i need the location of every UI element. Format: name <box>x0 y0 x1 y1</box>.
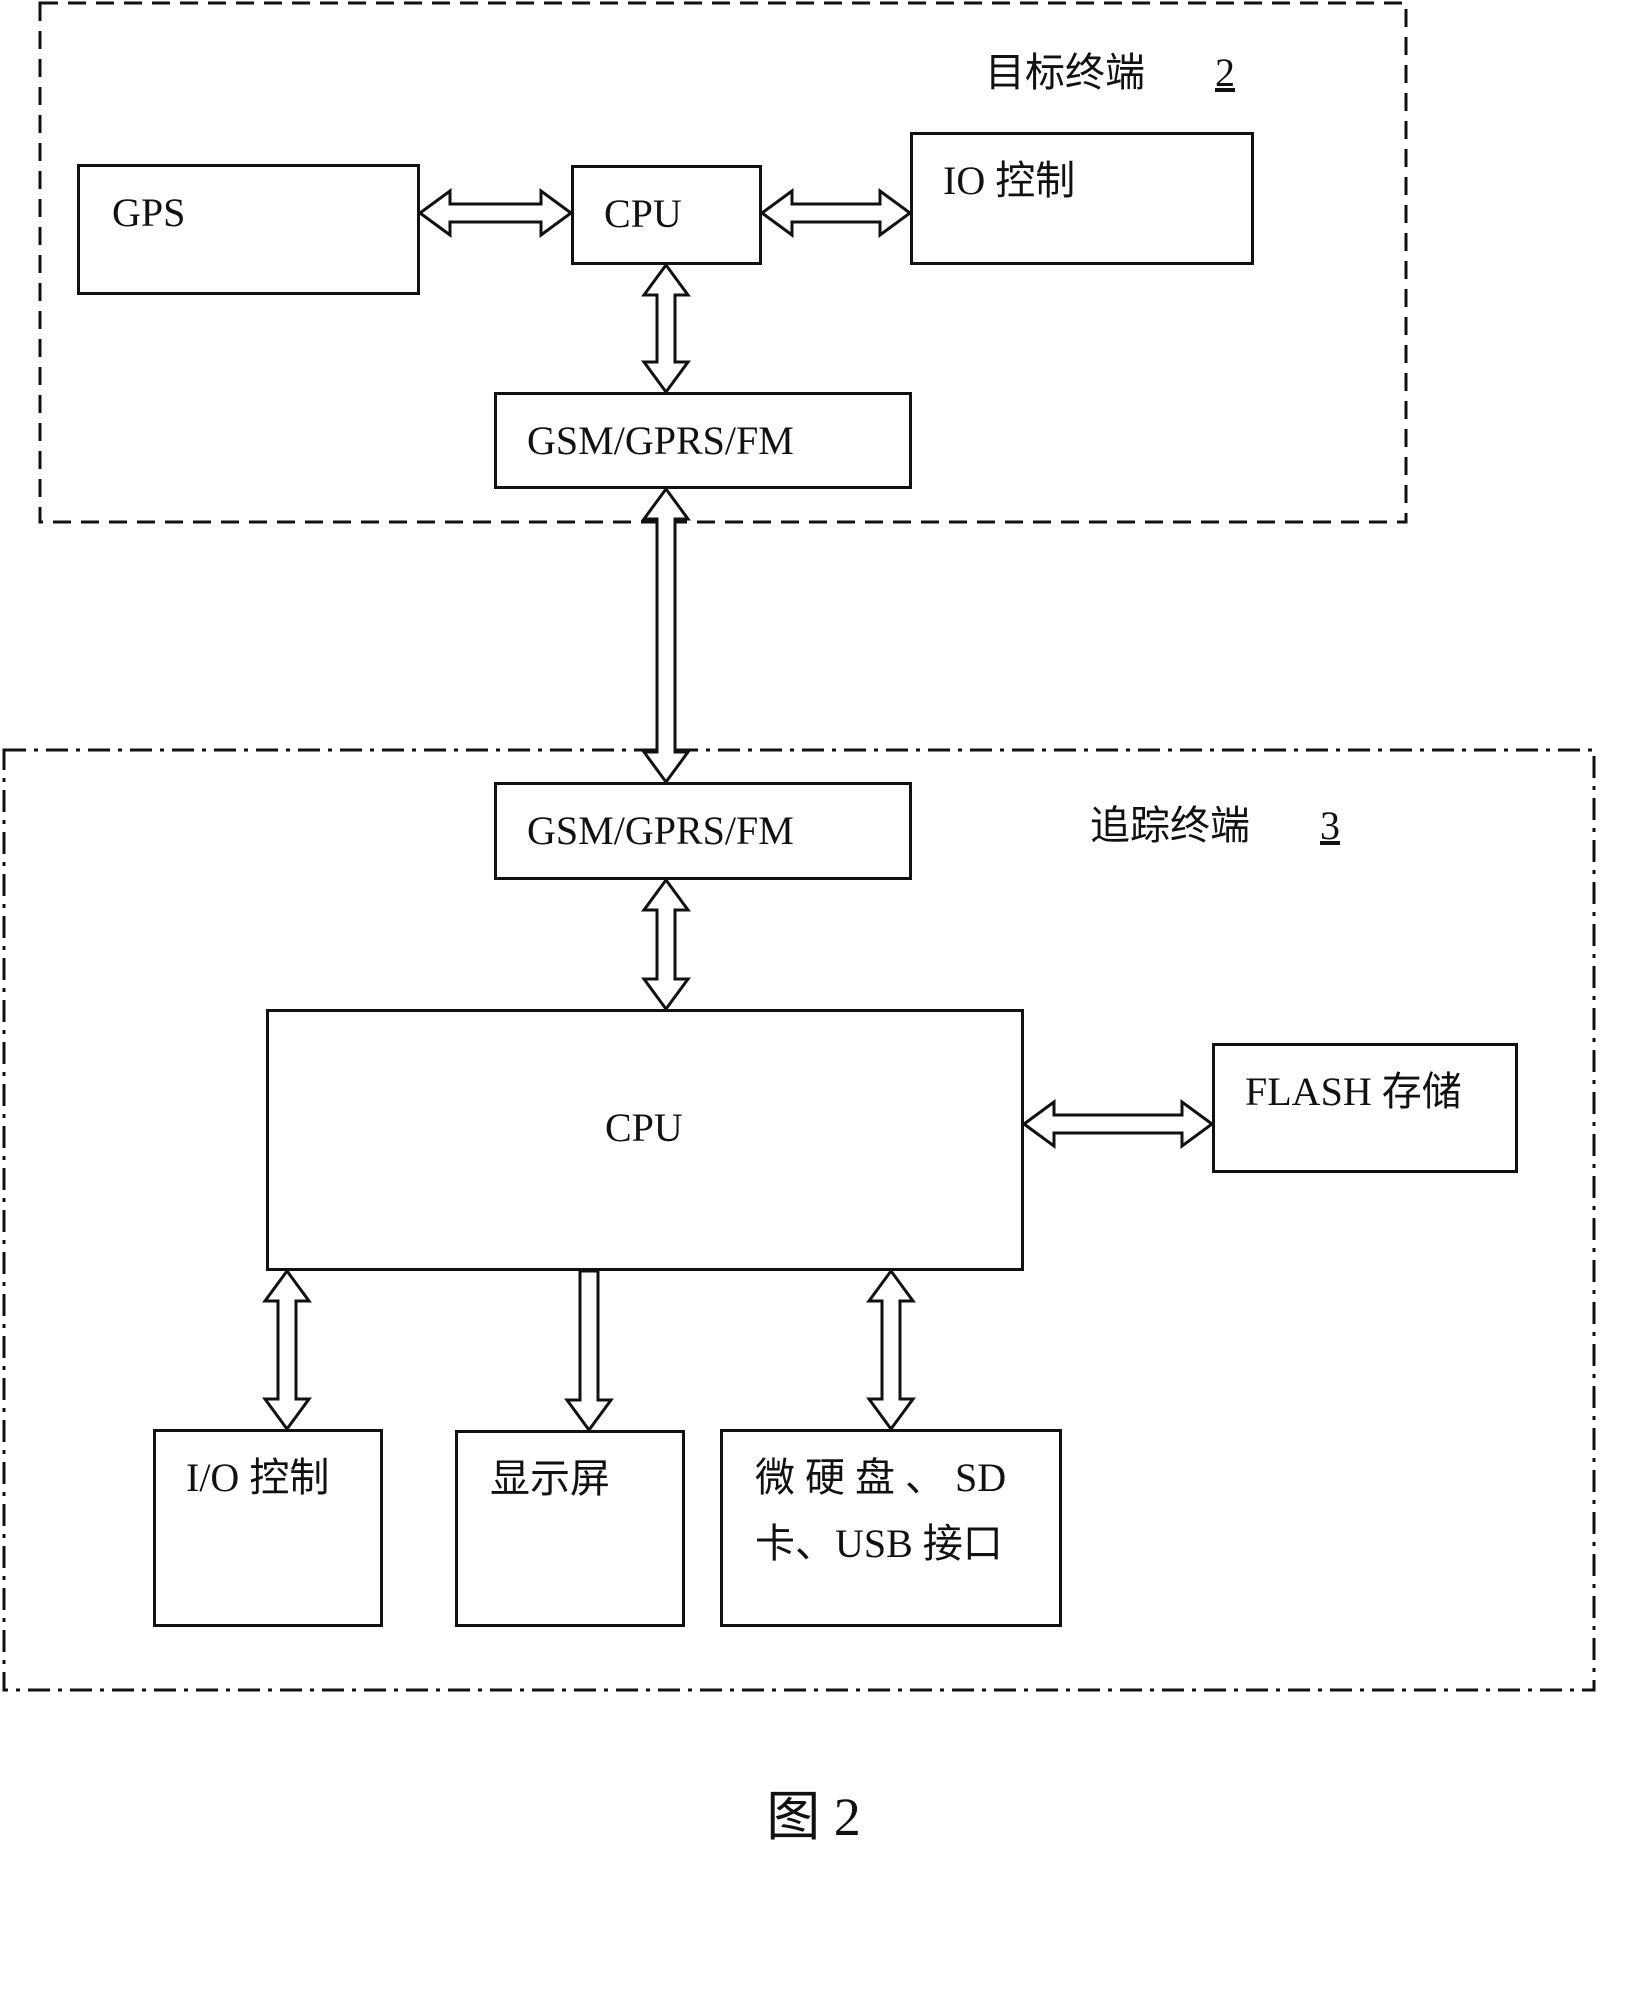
arrow-tracking-comm-cpu <box>641 877 691 1012</box>
target-terminal-label: 目标终端 <box>985 50 1145 95</box>
target-cpu-block: CPU <box>571 165 762 265</box>
target-io-block: IO 控制 <box>910 132 1254 265</box>
tracking-comm-label: GSM/GPRS/FM <box>527 808 794 853</box>
target-terminal-title: 目标终端 2 <box>985 40 1235 98</box>
figure-caption: 图 2 <box>766 1787 861 1847</box>
tracking-comm-block: GSM/GPRS/FM <box>494 782 912 880</box>
tracking-display-block: 显示屏 <box>455 1430 685 1627</box>
tracking-io-block: I/O 控制 <box>153 1429 383 1627</box>
target-terminal-ref-num: 2 <box>1215 50 1235 95</box>
tracking-flash-label: FLASH 存储 <box>1245 1069 1462 1114</box>
target-io-label: IO 控制 <box>943 158 1076 203</box>
tracking-terminal-title: 追踪终端 3 <box>1090 793 1340 851</box>
arrow-tracking-cpu-flash <box>1021 1099 1215 1149</box>
target-comm-block: GSM/GPRS/FM <box>494 392 912 489</box>
tracking-cpu-label: CPU <box>605 1105 683 1150</box>
target-gps-label: GPS <box>112 190 186 235</box>
tracking-io-label: I/O 控制 <box>186 1455 330 1500</box>
arrow-gps-cpu <box>417 188 574 238</box>
target-gps-block: GPS <box>77 164 420 295</box>
arrow-target-comm-tracking-comm <box>641 486 691 785</box>
tracking-terminal-ref-num: 3 <box>1320 803 1340 848</box>
arrow-target-cpu-comm <box>641 262 691 395</box>
tracking-storage-block: 微 硬 盘 、 SD 卡、USB 接口 <box>720 1429 1062 1627</box>
tracking-cpu-block: CPU <box>266 1009 1024 1271</box>
tracking-storage-label-line1: 微 硬 盘 、 SD <box>755 1455 1007 1500</box>
diagram-lines <box>2 1 1596 1692</box>
arrow-cpu-io <box>759 188 913 238</box>
arrow-tracking-cpu-io <box>262 1268 312 1432</box>
target-cpu-label: CPU <box>604 191 682 236</box>
tracking-terminal-label: 追踪终端 <box>1090 803 1250 848</box>
tracking-display-label: 显示屏 <box>490 1456 610 1501</box>
system-block-diagram: 目标终端 2 GPS CPU IO 控制 GSM/GPRS/FM 追踪终端 3 GS… <box>0 0 1627 2000</box>
tracking-flash-block: FLASH 存储 <box>1212 1043 1518 1173</box>
target-comm-label: GSM/GPRS/FM <box>527 418 794 463</box>
arrow-tracking-cpu-storage <box>866 1268 916 1432</box>
arrow-tracking-cpu-display <box>564 1269 614 1433</box>
tracking-storage-label-line2: 卡、USB 接口 <box>755 1521 1003 1566</box>
